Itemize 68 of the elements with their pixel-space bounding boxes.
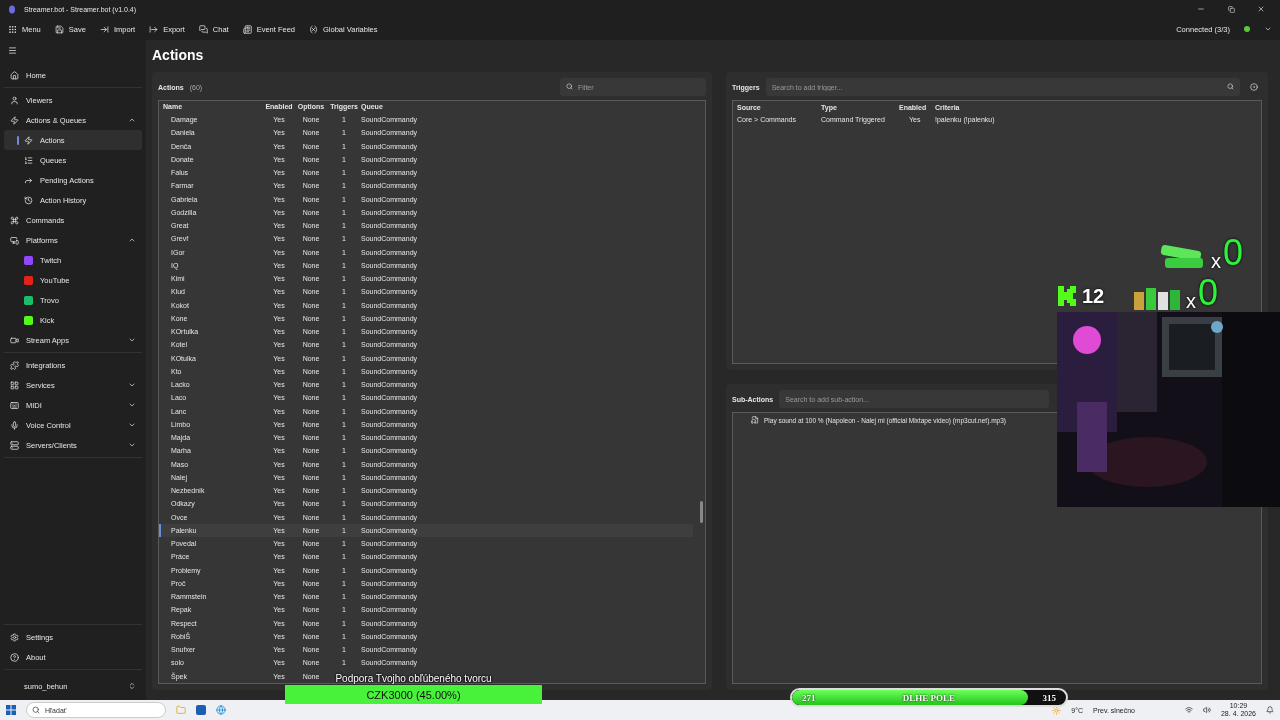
trovo-icon	[24, 295, 33, 305]
history-icon	[24, 195, 33, 205]
settings-icon[interactable]	[1250, 83, 1258, 91]
chevron-up-icon	[128, 236, 136, 244]
settings-icon	[10, 632, 19, 642]
close-icon	[1257, 5, 1265, 13]
page-title: Actions	[152, 46, 205, 64]
grid-icon	[8, 24, 17, 34]
kick-logo-icon	[1058, 286, 1076, 306]
restore-icon	[1227, 5, 1235, 13]
user-icon	[10, 95, 19, 105]
scrollbar-thumb[interactable]	[700, 501, 703, 523]
devices-icon	[10, 235, 19, 245]
progress-start: 271	[801, 692, 817, 703]
kick-icon	[24, 315, 33, 325]
save-icon	[54, 24, 64, 34]
variable-icon	[309, 24, 319, 34]
import-icon	[99, 24, 109, 34]
progress-end: 315	[1041, 692, 1057, 703]
microphone-icon	[10, 420, 19, 430]
counter-value: 0	[1223, 234, 1244, 272]
forward-icon	[24, 175, 33, 185]
command-icon	[10, 215, 19, 225]
app-icon[interactable]	[196, 705, 206, 715]
chevron-down-icon	[128, 381, 136, 389]
keyboard-icon	[10, 400, 19, 410]
camera-icon	[10, 335, 19, 345]
youtube-icon	[24, 275, 33, 285]
puzzle-icon	[10, 360, 19, 370]
help-icon	[10, 652, 19, 662]
windows-icon[interactable]	[6, 705, 16, 715]
export-icon	[149, 24, 159, 34]
lightning-icon	[10, 115, 19, 125]
multiplier: x	[1211, 250, 1221, 272]
server-icon	[10, 440, 19, 450]
follower-count: 12	[1082, 284, 1105, 308]
browser-icon[interactable]	[216, 705, 226, 715]
twitch-icon	[24, 255, 33, 265]
audio-file-icon	[751, 416, 759, 424]
search-icon	[1227, 83, 1234, 90]
progress-label: DLHE POLE	[901, 692, 957, 703]
goal-bar: CZK3000 (45.00%)	[285, 685, 542, 704]
list-icon	[24, 155, 33, 165]
chevron-down-icon[interactable]	[1264, 25, 1272, 33]
volume-icon[interactable]	[1202, 706, 1211, 714]
newspaper-icon	[242, 24, 252, 34]
menu-icon[interactable]	[8, 46, 17, 55]
sun-icon	[1052, 705, 1062, 715]
search-icon	[32, 706, 40, 714]
multiplier: x	[1186, 290, 1196, 312]
grid-icon	[10, 380, 19, 390]
chevron-down-icon	[128, 421, 136, 429]
chat-icon	[198, 24, 208, 34]
search-icon	[566, 83, 573, 90]
chevron-up-icon	[128, 116, 136, 124]
minimize-icon	[1197, 5, 1205, 13]
chevron-down-icon	[128, 441, 136, 449]
goal-title: Podpora Tvojho obľúbeného tvorcu	[335, 673, 492, 684]
app-icon	[8, 4, 16, 14]
notification-icon[interactable]	[1266, 706, 1274, 714]
wifi-icon[interactable]	[1184, 706, 1193, 714]
chevron-down-icon	[128, 401, 136, 409]
lightning-icon	[24, 135, 33, 145]
home-icon	[10, 70, 19, 80]
chevron-down-icon	[128, 336, 136, 344]
counter-value: 0	[1198, 274, 1219, 312]
chevrons-icon	[128, 682, 136, 690]
status-dot	[1244, 26, 1250, 32]
